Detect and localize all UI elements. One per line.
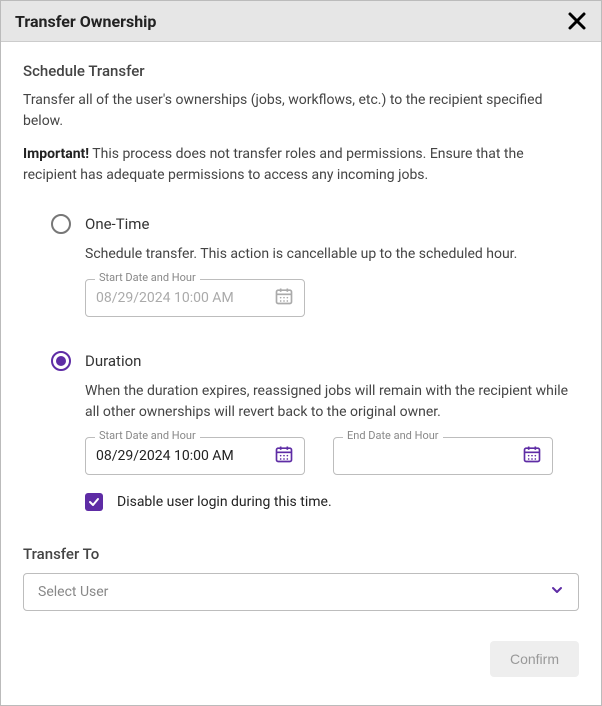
disable-login-row[interactable]: Disable user login during this time. bbox=[85, 493, 579, 511]
confirm-button[interactable]: Confirm bbox=[490, 641, 579, 677]
schedule-options: One-Time Schedule transfer. This action … bbox=[23, 214, 579, 511]
dialog-title: Transfer Ownership bbox=[15, 12, 156, 31]
schedule-transfer-heading: Schedule Transfer bbox=[23, 62, 579, 80]
chevron-down-icon bbox=[550, 583, 564, 601]
duration-end-input[interactable] bbox=[333, 437, 553, 475]
calendar-icon[interactable] bbox=[522, 444, 542, 468]
option-duration: Duration When the duration expires, reas… bbox=[23, 351, 579, 511]
important-text: This process does not transfer roles and… bbox=[23, 146, 524, 183]
dialog-footer: Confirm bbox=[23, 641, 579, 677]
duration-start-label: Start Date and Hour bbox=[95, 429, 200, 442]
one-time-radio-row[interactable]: One-Time bbox=[51, 214, 579, 234]
duration-radio-row[interactable]: Duration bbox=[51, 351, 579, 371]
one-time-start-input: 08/29/2024 10:00 AM bbox=[85, 279, 305, 317]
duration-label: Duration bbox=[85, 352, 141, 370]
important-label: Important! bbox=[23, 146, 89, 162]
duration-start-input[interactable]: 08/29/2024 10:00 AM bbox=[85, 437, 305, 475]
close-icon[interactable] bbox=[567, 11, 587, 31]
disable-login-label: Disable user login during this time. bbox=[117, 494, 332, 510]
disable-login-checkbox[interactable] bbox=[85, 493, 103, 511]
transfer-to-section: Transfer To Select User bbox=[23, 545, 579, 611]
transfer-to-select[interactable]: Select User bbox=[23, 573, 579, 611]
dialog-header: Transfer Ownership bbox=[1, 1, 601, 42]
one-time-start-value: 08/29/2024 10:00 AM bbox=[96, 290, 234, 306]
one-time-label: One-Time bbox=[85, 215, 149, 233]
one-time-description: Schedule transfer. This action is cancel… bbox=[85, 244, 579, 265]
calendar-icon[interactable] bbox=[274, 444, 294, 468]
one-time-radio[interactable] bbox=[51, 214, 71, 234]
calendar-icon bbox=[274, 286, 294, 310]
dialog-body: Schedule Transfer Transfer all of the us… bbox=[1, 42, 601, 705]
transfer-to-label: Transfer To bbox=[23, 545, 579, 563]
duration-description: When the duration expires, reassigned jo… bbox=[85, 381, 579, 423]
transfer-ownership-dialog: Transfer Ownership Schedule Transfer Tra… bbox=[0, 0, 602, 706]
one-time-start-label: Start Date and Hour bbox=[95, 271, 200, 284]
schedule-transfer-description: Transfer all of the user's ownerships (j… bbox=[23, 90, 579, 132]
transfer-to-placeholder: Select User bbox=[38, 584, 108, 600]
duration-start-value: 08/29/2024 10:00 AM bbox=[96, 448, 234, 464]
option-one-time: One-Time Schedule transfer. This action … bbox=[23, 214, 579, 317]
duration-end-label: End Date and Hour bbox=[343, 429, 443, 442]
schedule-transfer-important: Important! This process does not transfe… bbox=[23, 144, 579, 186]
duration-radio[interactable] bbox=[51, 351, 71, 371]
